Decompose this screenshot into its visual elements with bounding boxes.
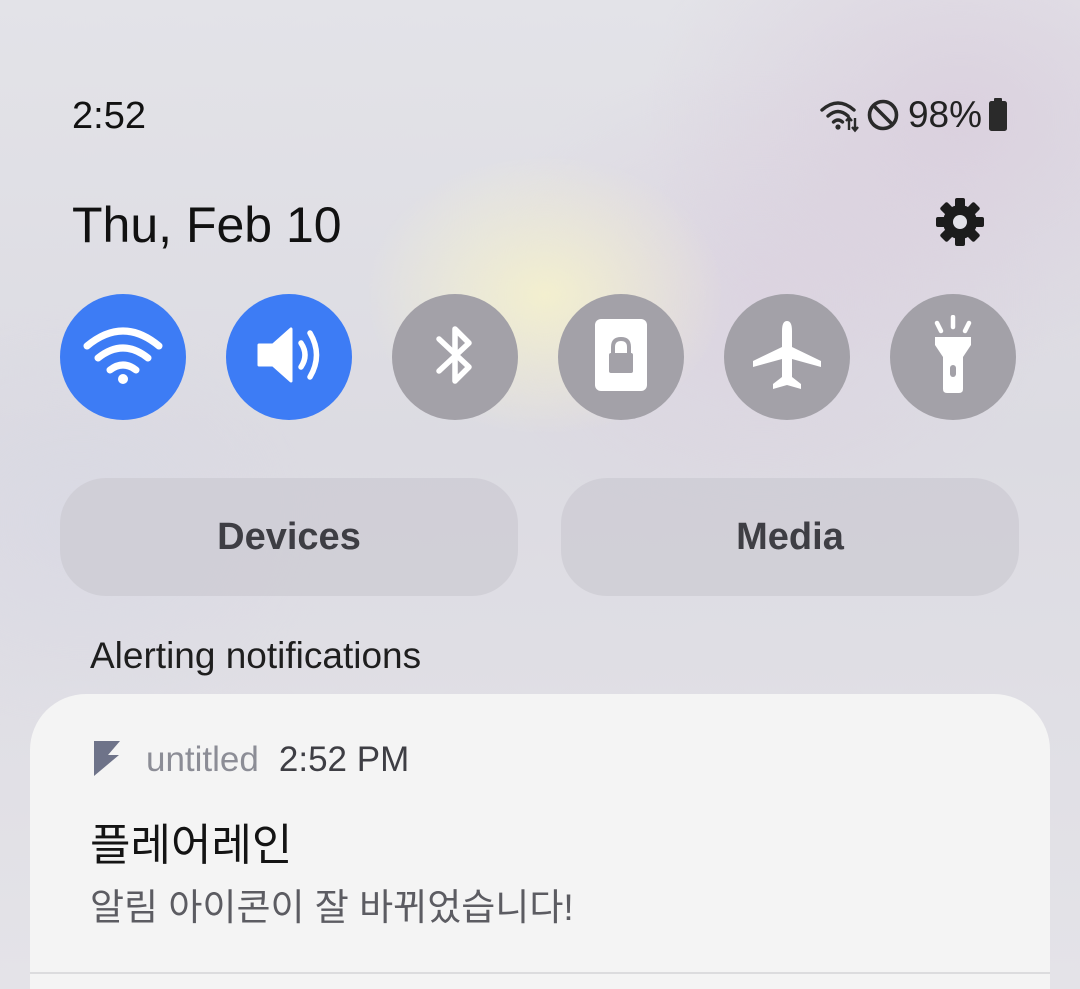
battery-icon xyxy=(988,98,1008,132)
notification-card[interactable]: untitled 2:52 PM 플레어레인 알림 아이콘이 잘 바뀌었습니다! xyxy=(30,694,1050,989)
flashlight-icon xyxy=(923,314,983,400)
status-bar-time: 2:52 xyxy=(72,95,146,137)
settings-button[interactable] xyxy=(928,192,992,256)
wifi-data-icon xyxy=(820,97,860,133)
portrait-lock-icon xyxy=(593,317,649,398)
wifi-icon xyxy=(83,324,163,391)
notification-header: untitled 2:52 PM xyxy=(92,738,409,782)
bluetooth-toggle[interactable] xyxy=(392,294,518,420)
divider xyxy=(30,972,1050,974)
battery-percent: 98% xyxy=(907,94,982,135)
notification-app-name: untitled xyxy=(146,740,259,779)
notification-time: 2:52 PM xyxy=(278,740,410,779)
devices-button[interactable]: Devices xyxy=(60,478,518,596)
status-bar-icons: 98% xyxy=(820,92,1008,138)
airplane-icon xyxy=(749,317,825,398)
quick-settings-row xyxy=(60,294,1018,420)
airplane-mode-toggle[interactable] xyxy=(724,294,850,420)
portrait-lock-toggle[interactable] xyxy=(558,294,684,420)
bluetooth-icon xyxy=(431,319,479,396)
notification-title: 플레어레인 xyxy=(90,821,293,870)
notification-body: 알림 아이콘이 잘 바뀌었습니다! xyxy=(90,887,574,928)
alerting-notifications-label: Alerting notifications xyxy=(90,635,422,676)
sound-toggle[interactable] xyxy=(226,294,352,420)
flashlight-toggle[interactable] xyxy=(890,294,1016,420)
date-label: Thu, Feb 10 xyxy=(72,197,342,253)
media-button[interactable]: Media xyxy=(561,478,1019,596)
flame-app-icon xyxy=(92,739,122,782)
do-not-disturb-icon xyxy=(866,98,900,132)
gear-icon xyxy=(934,196,986,253)
speaker-icon xyxy=(253,321,325,394)
wifi-toggle[interactable] xyxy=(60,294,186,420)
